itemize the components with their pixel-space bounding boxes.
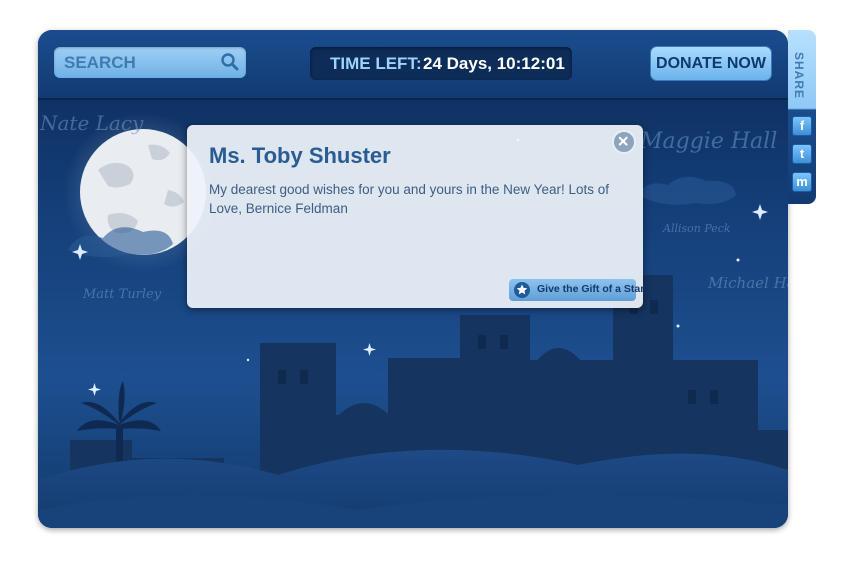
share-label: SHARE	[792, 52, 806, 100]
bg-name-1: Nate Lacy	[39, 111, 144, 135]
star-icon	[514, 282, 530, 298]
close-icon	[618, 136, 628, 146]
bg-name-5: Michael Ha	[707, 274, 788, 292]
gift-star-button[interactable]: Give the Gift of a Star	[509, 279, 644, 301]
facebook-share-button[interactable]: f	[792, 116, 812, 136]
cloud-right	[638, 176, 736, 205]
bg-name-2: Maggie Hall	[639, 129, 777, 154]
twitter-icon: t	[799, 146, 805, 161]
message-popup: Ms. Toby Shuster My dearest good wishes …	[187, 125, 644, 308]
bg-name-3: Allison Peck	[662, 222, 731, 235]
myspace-icon: m	[796, 174, 808, 189]
twitter-share-button[interactable]: t	[792, 144, 812, 164]
share-panel: SHARE f t m	[788, 30, 816, 204]
donate-button[interactable]: DONATE NOW	[650, 46, 772, 81]
myspace-share-button[interactable]: m	[792, 172, 812, 192]
search-icon[interactable]	[220, 52, 240, 72]
time-left-panel: TIME LEFT: 24 Days, 10:12:01	[310, 47, 572, 80]
bg-name-4: Matt Turley	[82, 287, 162, 302]
time-left-label: TIME LEFT:	[330, 54, 422, 73]
top-bar: TIME LEFT: 24 Days, 10:12:01 DONATE NOW	[38, 30, 788, 100]
facebook-icon: f	[799, 118, 805, 133]
popup-recipient-name: Ms. Toby Shuster	[209, 143, 391, 168]
gift-star-label: Give the Gift of a Star	[537, 283, 645, 295]
search-box	[54, 47, 246, 78]
close-button[interactable]	[612, 130, 636, 154]
popup-message: My dearest good wishes for you and yours…	[209, 182, 609, 216]
search-input[interactable]	[54, 47, 224, 78]
time-left-value: 24 Days, 10:12:01	[423, 54, 565, 73]
